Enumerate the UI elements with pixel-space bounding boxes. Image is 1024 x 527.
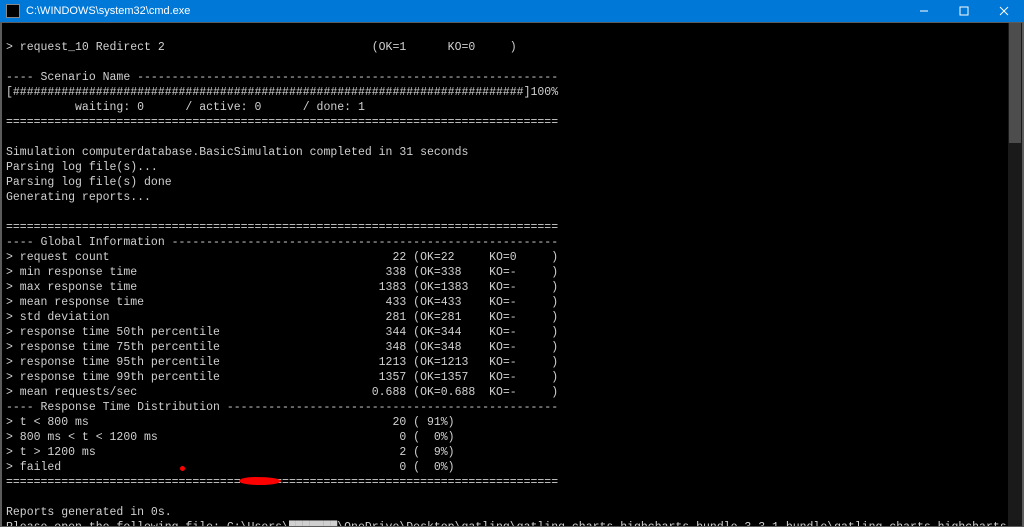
terminal-line: Parsing log file(s) done — [6, 176, 172, 189]
terminal-line: Parsing log file(s)... — [6, 161, 158, 174]
terminal-line: > request count 22 (OK=22 KO=0 ) — [6, 251, 558, 264]
terminal-line: > 800 ms < t < 1200 ms 0 ( 0%) — [6, 431, 455, 444]
terminal[interactable]: > request_10 Redirect 2 (OK=1 KO=0 ) ---… — [2, 23, 1022, 526]
terminal-line: [#######################################… — [6, 86, 558, 99]
terminal-line: > std deviation 281 (OK=281 KO=- ) — [6, 311, 558, 324]
terminal-line: > response time 50th percentile 344 (OK=… — [6, 326, 558, 339]
terminal-line: > response time 75th percentile 348 (OK=… — [6, 341, 558, 354]
window-controls — [904, 0, 1024, 22]
redaction-mark-icon — [239, 477, 281, 485]
terminal-line: ========================================… — [6, 116, 558, 129]
terminal-line: waiting: 0 / active: 0 / done: 1 — [6, 101, 365, 114]
terminal-line: Generating reports... — [6, 191, 151, 204]
terminal-line: > t < 800 ms 20 ( 91%) — [6, 416, 455, 429]
terminal-line: ========================================… — [6, 221, 558, 234]
minimize-button[interactable] — [904, 0, 944, 22]
redaction-mark-icon — [180, 466, 185, 471]
terminal-line: > mean response time 433 (OK=433 KO=- ) — [6, 296, 558, 309]
scrollbar-thumb[interactable] — [1009, 23, 1021, 143]
terminal-line: ========================================… — [6, 476, 558, 489]
terminal-line: > max response time 1383 (OK=1383 KO=- ) — [6, 281, 558, 294]
terminal-line: ---- Scenario Name ---------------------… — [6, 71, 558, 84]
terminal-line: > response time 95th percentile 1213 (OK… — [6, 356, 558, 369]
close-button[interactable] — [984, 0, 1024, 22]
maximize-button[interactable] — [944, 0, 984, 22]
terminal-line: > failed 0 ( 0%) — [6, 461, 455, 474]
terminal-line: > t > 1200 ms 2 ( 9%) — [6, 446, 455, 459]
terminal-line: ---- Global Information ----------------… — [6, 236, 558, 249]
window-title: C:\WINDOWS\system32\cmd.exe — [26, 5, 904, 17]
terminal-line: Simulation computerdatabase.BasicSimulat… — [6, 146, 468, 159]
terminal-line: ---- Response Time Distribution --------… — [6, 401, 558, 414]
window-title-bar: C:\WINDOWS\system32\cmd.exe — [0, 0, 1024, 22]
terminal-line: Reports generated in 0s. — [6, 506, 172, 519]
terminal-line: > mean requests/sec 0.688 (OK=0.688 KO=-… — [6, 386, 558, 399]
terminal-line: Please open the following file: C:\Users… — [6, 521, 1022, 526]
terminal-line: > min response time 338 (OK=338 KO=- ) — [6, 266, 558, 279]
vertical-scrollbar[interactable] — [1008, 23, 1022, 526]
terminal-line: > request_10 Redirect 2 (OK=1 KO=0 ) — [6, 41, 517, 54]
terminal-line: > response time 99th percentile 1357 (OK… — [6, 371, 558, 384]
cmd-icon — [6, 4, 20, 18]
